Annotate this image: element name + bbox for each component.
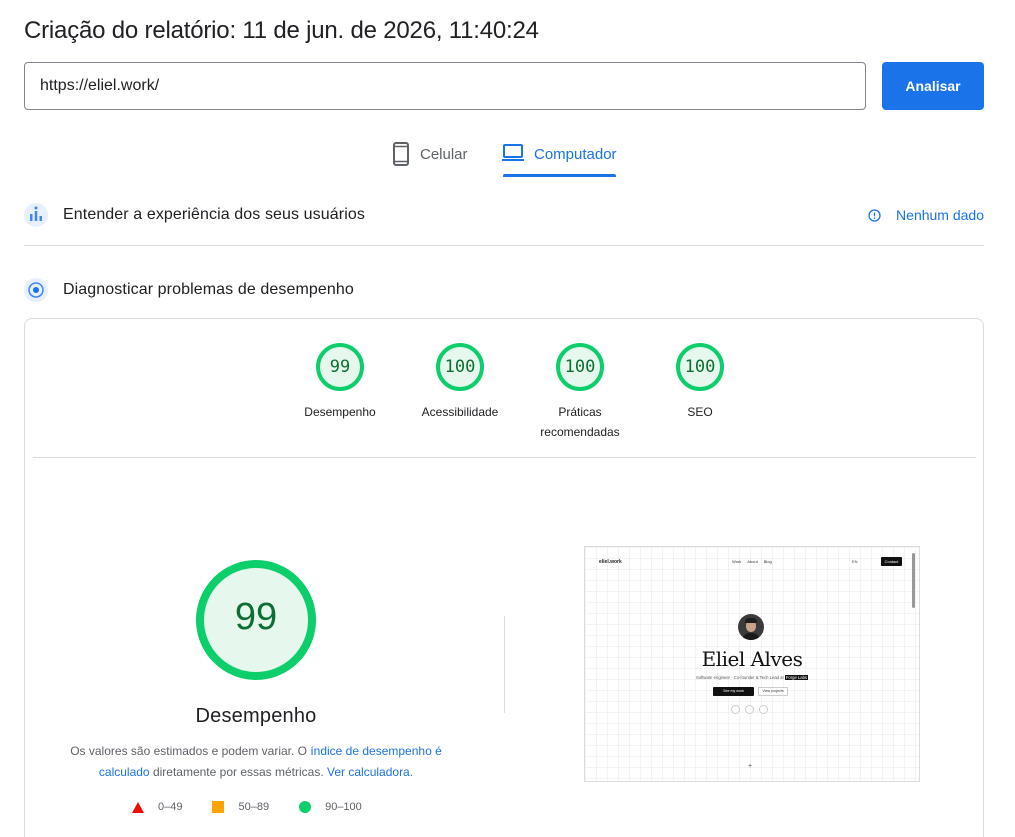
gauge-performance[interactable]: 99 Desempenho: [280, 343, 400, 442]
gauge-ring: 100: [436, 343, 484, 391]
screenshot-nav-link: About: [747, 559, 758, 564]
performance-title: Desempenho: [195, 705, 317, 727]
url-input[interactable]: [24, 62, 866, 110]
desc-text-2: diretamente por essas métricas.: [149, 764, 328, 779]
gauge-accessibility[interactable]: 100 Acessibilidade: [400, 343, 520, 442]
report-card: 99 Desempenho 100 Acessibilidade 100 Prá…: [24, 318, 984, 837]
legend-pass: 90–100: [299, 801, 362, 813]
diagnose-section-header: Diagnosticar problemas de desempenho: [24, 277, 984, 303]
triangle-icon: [132, 801, 144, 813]
legend-fail-label: 0–49: [158, 801, 183, 813]
circle-icon: [299, 801, 312, 813]
report-title: Criação do relatório: 11 de jun. de 2026…: [24, 17, 539, 44]
section-divider: [24, 245, 984, 246]
screenshot-socials: [731, 705, 773, 714]
tab-mobile[interactable]: Celular: [392, 140, 468, 178]
screenshot-lang: EN: [852, 559, 858, 564]
screenshot-social-icon: [731, 705, 740, 714]
tab-desktop[interactable]: Computador: [502, 140, 617, 178]
vertical-separator: [504, 616, 505, 713]
screenshot-avatar: [738, 614, 764, 640]
gauge-label: Práticas recomendadas: [540, 405, 620, 439]
no-data-label: Nenhum dado: [896, 207, 984, 223]
screenshot-logo: eliel.work: [599, 559, 622, 565]
screenshot-nav-links: Work About Blog: [732, 559, 778, 564]
performance-score: 99: [234, 596, 278, 638]
performance-description: Os valores são estimados e podem variar.…: [65, 741, 447, 782]
screenshot-nav-link: Blog: [763, 559, 772, 564]
gauge-best-practices[interactable]: 100 Práticas recomendadas: [520, 343, 640, 442]
screenshot-tagline: Software engineer · Co-founder & Tech Le…: [585, 675, 919, 680]
diagnose-icon: [24, 278, 48, 302]
ux-section-title: Entender a experiência dos seus usuários: [63, 206, 365, 223]
card-divider: [33, 457, 976, 458]
screenshot-scrollbar: [912, 553, 915, 608]
category-gauges: 99 Desempenho 100 Acessibilidade 100 Prá…: [280, 343, 760, 442]
screenshot-social-icon: [745, 705, 754, 714]
ux-section-header: Entender a experiência dos seus usuários: [24, 202, 984, 228]
tab-mobile-label: Celular: [420, 146, 468, 163]
screenshot-contact: Contact: [881, 557, 902, 566]
diagnose-section-title: Diagnosticar problemas de desempenho: [63, 281, 354, 298]
legend-fail: 0–49: [132, 801, 182, 813]
screenshot-name: Eliel Alves: [701, 647, 803, 671]
legend-average-label: 50–89: [238, 801, 270, 813]
phone-icon: [393, 142, 409, 166]
screenshot-plus: +: [748, 763, 753, 770]
screenshot-buttons: See my work View projects: [713, 687, 788, 696]
calculator-link[interactable]: Ver calculadora.: [327, 765, 413, 779]
legend-pass-label: 90–100: [325, 801, 362, 813]
gauge-score: 100: [564, 357, 596, 377]
gauge-ring: 99: [316, 343, 364, 391]
info-icon: [868, 208, 881, 222]
screenshot-company: Forge Labs: [784, 675, 809, 680]
tab-desktop-label: Computador: [534, 146, 617, 163]
screenshot-social-icon: [759, 705, 768, 714]
gauge-score: 100: [444, 357, 476, 377]
gauge-ring: 100: [556, 343, 604, 391]
user-experience-icon: [24, 203, 48, 227]
score-legend: 0–49 50–89 90–100: [132, 801, 392, 813]
gauge-score: 99: [329, 357, 351, 377]
screenshot-secondary-button: View projects: [758, 687, 788, 696]
legend-average: 50–89: [212, 801, 269, 813]
gauge-ring: 100: [676, 343, 724, 391]
screenshot-nav: eliel.work Work About Blog EN Contact: [585, 547, 919, 575]
screenshot-primary-button: See my work: [713, 687, 754, 696]
gauge-seo[interactable]: 100 SEO: [640, 343, 760, 442]
laptop-icon: [502, 144, 524, 161]
page-screenshot: eliel.work Work About Blog EN Contact Elie…: [584, 546, 920, 782]
tab-active-indicator: [503, 174, 616, 177]
gauge-label: SEO: [687, 405, 713, 419]
screenshot-tagline-text: Software engineer · Co-founder & Tech Le…: [695, 675, 784, 680]
gauge-label: Acessibilidade: [421, 405, 499, 419]
square-icon: [212, 801, 225, 813]
desc-text-1: Os valores são estimados e podem variar.…: [70, 744, 311, 758]
gauge-label: Desempenho: [304, 405, 376, 419]
no-data-link[interactable]: Nenhum dado: [868, 207, 984, 223]
screenshot-nav-link: Work: [732, 559, 742, 564]
gauge-score: 100: [684, 357, 716, 377]
analyze-button[interactable]: Analisar: [882, 62, 984, 110]
